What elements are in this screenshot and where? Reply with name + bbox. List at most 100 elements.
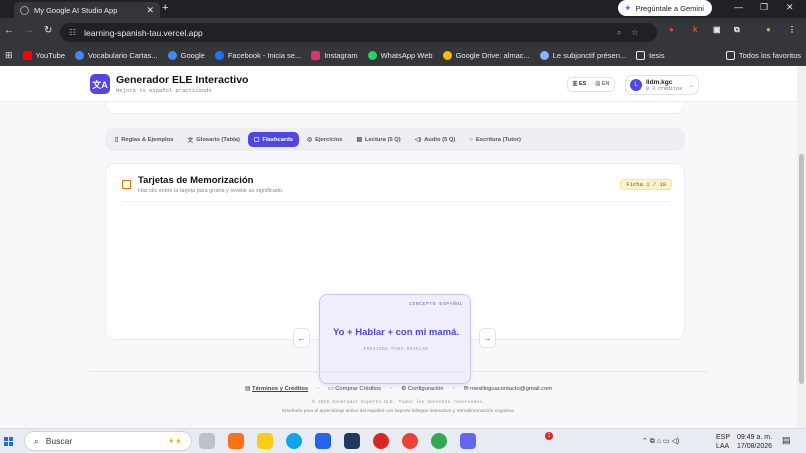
sparkle-icon: ✦✦ [167,435,182,446]
card-icon: ▭ [328,386,334,392]
extension-k-icon[interactable]: k [693,25,697,34]
settings-link[interactable]: ⚙ Configuración [401,386,444,392]
taskbar: ⌕ Buscar ✦✦ 1 ⌃ ⧉ ⌂ ▭ ◁) ESP LAA 09:49 a.… [0,428,806,453]
reload-icon[interactable]: ↻ [44,25,52,36]
tab-escritura[interactable]: ○ Escritura (Tutor) [463,132,527,147]
card-icon: ▢ [253,136,260,143]
chrome-icon[interactable] [402,433,418,449]
web-page: 文A Generador ELE Interactivo Mejora tu e… [0,66,797,428]
apps-icon[interactable]: ⊞ [0,46,18,66]
lang-es-button[interactable]: 🇪 ES [573,81,587,88]
close-tab-icon[interactable]: ✕ [146,5,154,16]
copilot-icon[interactable] [228,433,244,449]
language-switcher[interactable]: 🇪 ES 🇬 EN [567,77,615,92]
app-subtitle: Mejora tu español practicando [116,87,212,94]
bookmark-youtube[interactable]: YouTube [18,46,70,66]
email-link[interactable]: ✉ mexilinguacontacto@gmail.com [464,386,552,392]
whatsapp-icon [367,51,377,60]
language-indicator[interactable]: ESP LAA [716,433,730,451]
app-icon[interactable] [373,433,389,449]
outlook-icon[interactable] [315,433,331,449]
youtube-icon [22,51,32,60]
prev-card-button[interactable]: ← [293,328,310,348]
close-window-icon[interactable]: ✕ [786,2,794,13]
next-card-button[interactable]: → [479,328,496,348]
all-bookmarks[interactable]: Todos los favoritos [721,46,806,66]
tab-reglas[interactable]: ▯ Reglas & Ejemplos [109,132,179,147]
tab-ejercicios[interactable]: ◎ Ejercicios [301,132,348,147]
address-bar[interactable]: ☷ learning-spanish-tau.vercel.app ⌕☆ [60,23,657,42]
user-menu[interactable]: L lldm.kgc 0 3 créditos ⌄ [625,75,699,95]
new-tab-icon[interactable]: + [162,2,168,14]
bookmark-instagram[interactable]: Instagram [306,46,362,66]
user-name: lldm.kgc [646,78,673,86]
forward-icon[interactable]: → [24,25,34,36]
terminal-icon[interactable] [344,433,360,449]
flashcards-panel: Tarjetas de Memorización Haz clic sobre … [105,163,685,384]
zoom-bookmark-icons[interactable]: ⌕☆ [617,28,648,38]
lang-en-button[interactable]: 🇬 EN [595,81,609,88]
footer-links: ▤ Términos y Créditos • ▭ Comprar Crédit… [244,386,553,392]
scrollbar-thumb[interactable] [799,154,804,384]
tab-flashcards[interactable]: ▢ Flashcards [247,132,300,147]
profile-avatar-icon[interactable]: ● [766,25,771,34]
bookmark-tesis[interactable]: tesis [631,46,669,66]
tray-icons[interactable]: ⌃ ⧉ ⌂ ▭ ◁) [642,437,679,446]
extension-icon[interactable]: ● [669,25,674,34]
tab-lectura[interactable]: ▤ Lectura (5 Q) [350,132,406,147]
google-icon [442,51,452,60]
speaker-icon: ◁) [414,136,422,143]
globe-icon [75,51,85,60]
tab-glosario[interactable]: 文 Glosario (Tabla) [181,132,246,147]
document-icon: ▤ [244,386,251,392]
windows-start-icon[interactable] [4,437,13,446]
tagline: Diseñado para el aprendizaje activo del … [281,409,516,414]
bookmark-vocabulario[interactable]: Vocabulario Cartas... [70,46,163,66]
bookmark-subjonctif[interactable]: Le subjonctif présen... [535,46,631,66]
minimize-icon[interactable]: — [734,2,743,12]
buy-credits-link[interactable]: ▭ Comprar Créditos [328,386,381,392]
tab-audio[interactable]: ◁) Audio (5 Q) [409,132,462,147]
file-explorer-icon[interactable] [257,433,273,449]
concept-label: CONCEPTO ESPAÑOL [408,302,463,307]
gemini-button[interactable]: ✦ Pregúntale a Gemini [618,0,712,16]
bookmarks-bar: ⊞ YouTube Vocabulario Cartas... Google F… [0,46,806,66]
facebook-icon [214,51,224,60]
clock[interactable]: 09:49 a. m. 17/08/2026 [737,433,772,451]
back-icon[interactable]: ← [4,25,14,36]
gemini-star-icon: ✦ [624,2,632,13]
teams-icon[interactable] [460,433,476,449]
translate-logo-icon: 文A [90,74,110,94]
divider [122,201,670,202]
app-title: Generador ELE Interactivo [116,74,249,86]
task-view-icon[interactable] [199,433,215,449]
tab-title: My Google AI Studio App [34,5,118,15]
bookmark-facebook[interactable]: Facebook - Inicia se... [210,46,306,66]
notifications-icon[interactable]: ▤ [782,436,791,445]
taskbar-search[interactable]: ⌕ Buscar ✦✦ [24,431,192,451]
notification-badge: 1 [545,432,553,440]
terms-link[interactable]: ▤ Términos y Créditos [245,386,308,392]
panel-subtitle: Haz clic sobre la tarjeta para girarla y… [138,188,284,194]
browser-tab[interactable]: My Google AI Studio App ✕ [14,2,160,18]
copyright: © 2026 Generador Experto ELE. Todos los … [312,400,485,405]
extensions-icon[interactable]: ⧉ [734,25,740,35]
bookmark-drive[interactable]: Google Drive: almac... [438,46,535,66]
extension-puzzle-icon[interactable]: ▣ [713,25,721,34]
gear-icon: ⚙ [401,386,407,392]
menu-icon[interactable]: ⋮ [788,25,796,34]
bookmark-google[interactable]: Google [163,46,210,66]
globe-icon [20,5,29,15]
site-settings-icon[interactable]: ☷ [69,28,76,37]
instagram-icon [311,51,321,60]
section-tabs: ▯ Reglas & Ejemplos 文 Glosario (Tabla) ▢ Fl… [105,128,685,151]
scrollbar[interactable] [797,66,806,428]
chrome-profile-icon[interactable] [431,433,447,449]
chat-icon: ○ [469,136,473,143]
url-text: learning-spanish-tau.vercel.app [84,27,203,38]
edge-icon[interactable] [286,433,302,449]
chevron-down-icon: ⌄ [688,82,694,89]
translate-icon: 文 [187,138,194,144]
maximize-icon[interactable]: ❐ [760,2,768,13]
bookmark-whatsapp[interactable]: WhatsApp Web [363,46,438,66]
